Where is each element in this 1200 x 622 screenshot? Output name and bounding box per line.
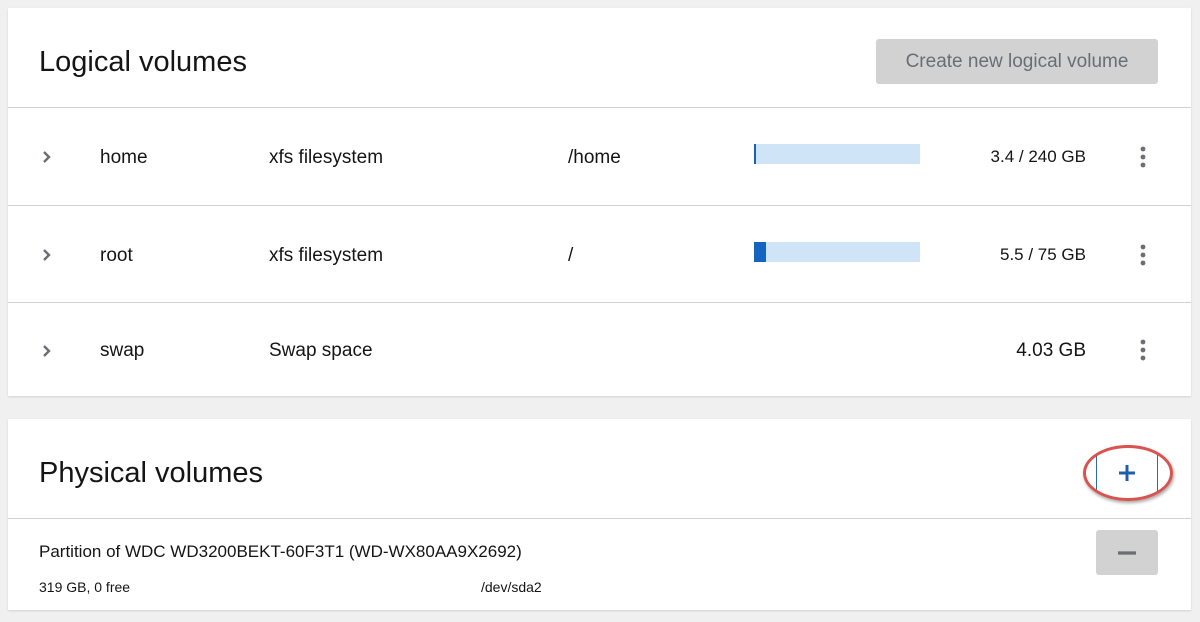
remove-physical-volume-button[interactable] xyxy=(1096,530,1158,575)
add-physical-volume-button[interactable] xyxy=(1096,455,1158,491)
volume-name: swap xyxy=(100,340,145,361)
usage-bar-fill xyxy=(754,242,767,262)
volume-mount-point: / xyxy=(568,245,574,266)
plus-icon xyxy=(1117,463,1137,483)
logical-volumes-title: Logical volumes xyxy=(39,46,247,78)
logical-volumes-card: Logical volumes Create new logical volum… xyxy=(8,8,1191,396)
usage-bar xyxy=(754,242,920,262)
kebab-menu-icon[interactable] xyxy=(1138,140,1148,174)
physical-volume-name: Partition of WDC WD3200BEKT-60F3T1 (WD-W… xyxy=(39,542,522,561)
logical-volume-row-root[interactable]: root xfs filesystem / 5.5 / 75 GB xyxy=(8,206,1191,303)
logical-volume-row-home[interactable]: home xfs filesystem /home 3.4 / 240 GB xyxy=(8,108,1191,206)
volume-size: 5.5 / 75 GB xyxy=(1000,245,1086,264)
kebab-menu-icon[interactable] xyxy=(1138,238,1148,272)
minus-icon xyxy=(1117,550,1137,556)
volume-name: root xyxy=(100,245,133,266)
physical-volume-free: 319 GB, 0 free xyxy=(39,579,131,595)
chevron-right-icon[interactable] xyxy=(40,344,54,358)
volume-mount-point: /home xyxy=(568,147,621,168)
chevron-right-icon[interactable] xyxy=(40,150,54,164)
physical-volume-item: Partition of WDC WD3200BEKT-60F3T1 (WD-W… xyxy=(8,519,1191,610)
usage-bar-fill xyxy=(754,144,757,164)
usage-bar xyxy=(754,144,920,164)
volume-type: xfs filesystem xyxy=(269,245,384,266)
physical-volumes-card: Physical volumes Partition of WDC WD3200… xyxy=(8,419,1191,610)
volume-type: xfs filesystem xyxy=(269,147,384,168)
logical-volume-row-swap[interactable]: swap Swap space 4.03 GB xyxy=(8,303,1191,396)
volume-name: home xyxy=(100,147,148,168)
chevron-right-icon[interactable] xyxy=(40,248,54,262)
volume-type: Swap space xyxy=(269,340,373,361)
volume-size: 4.03 GB xyxy=(1016,340,1086,361)
logical-volumes-header: Logical volumes Create new logical volum… xyxy=(8,8,1191,108)
kebab-menu-icon[interactable] xyxy=(1138,333,1148,367)
physical-volumes-header: Physical volumes xyxy=(8,419,1191,519)
physical-volumes-title: Physical volumes xyxy=(39,457,264,489)
create-logical-volume-button[interactable]: Create new logical volume xyxy=(876,39,1158,84)
volume-size: 3.4 / 240 GB xyxy=(990,147,1086,166)
physical-volume-device: /dev/sda2 xyxy=(481,579,542,595)
